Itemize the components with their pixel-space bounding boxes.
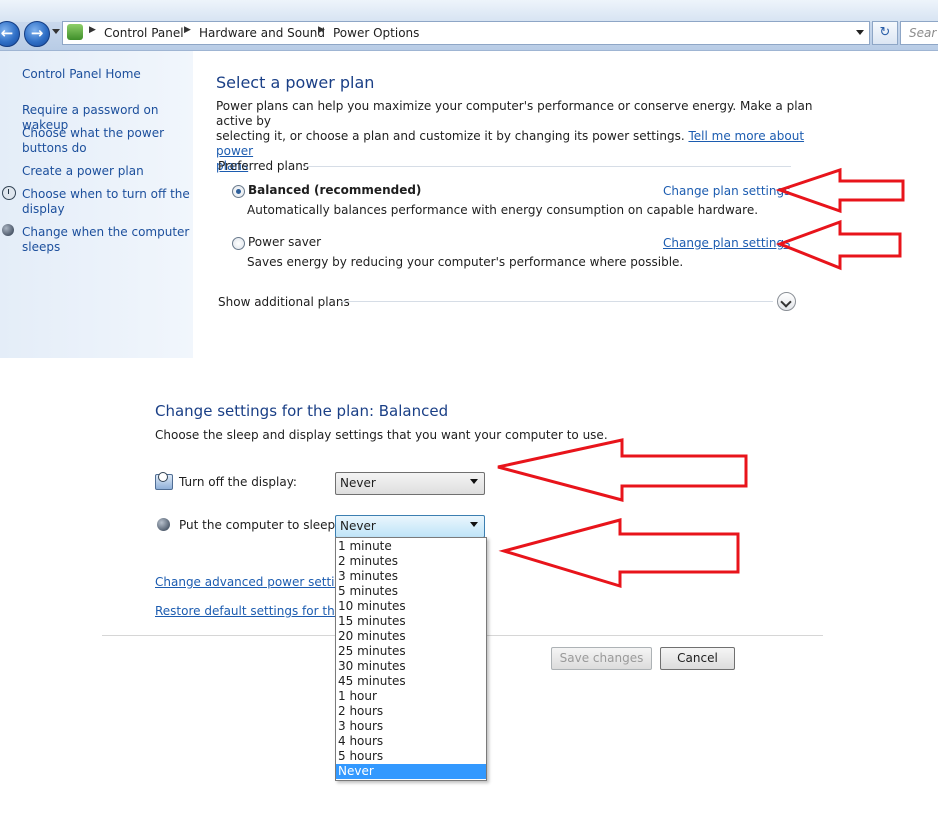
annotation-arrow-2 (775, 219, 902, 271)
annotation-arrow-3 (497, 438, 748, 502)
annotation-arrow-4 (498, 518, 740, 589)
annotation-arrows (497, 167, 905, 589)
annotation-arrow-1 (775, 167, 905, 214)
